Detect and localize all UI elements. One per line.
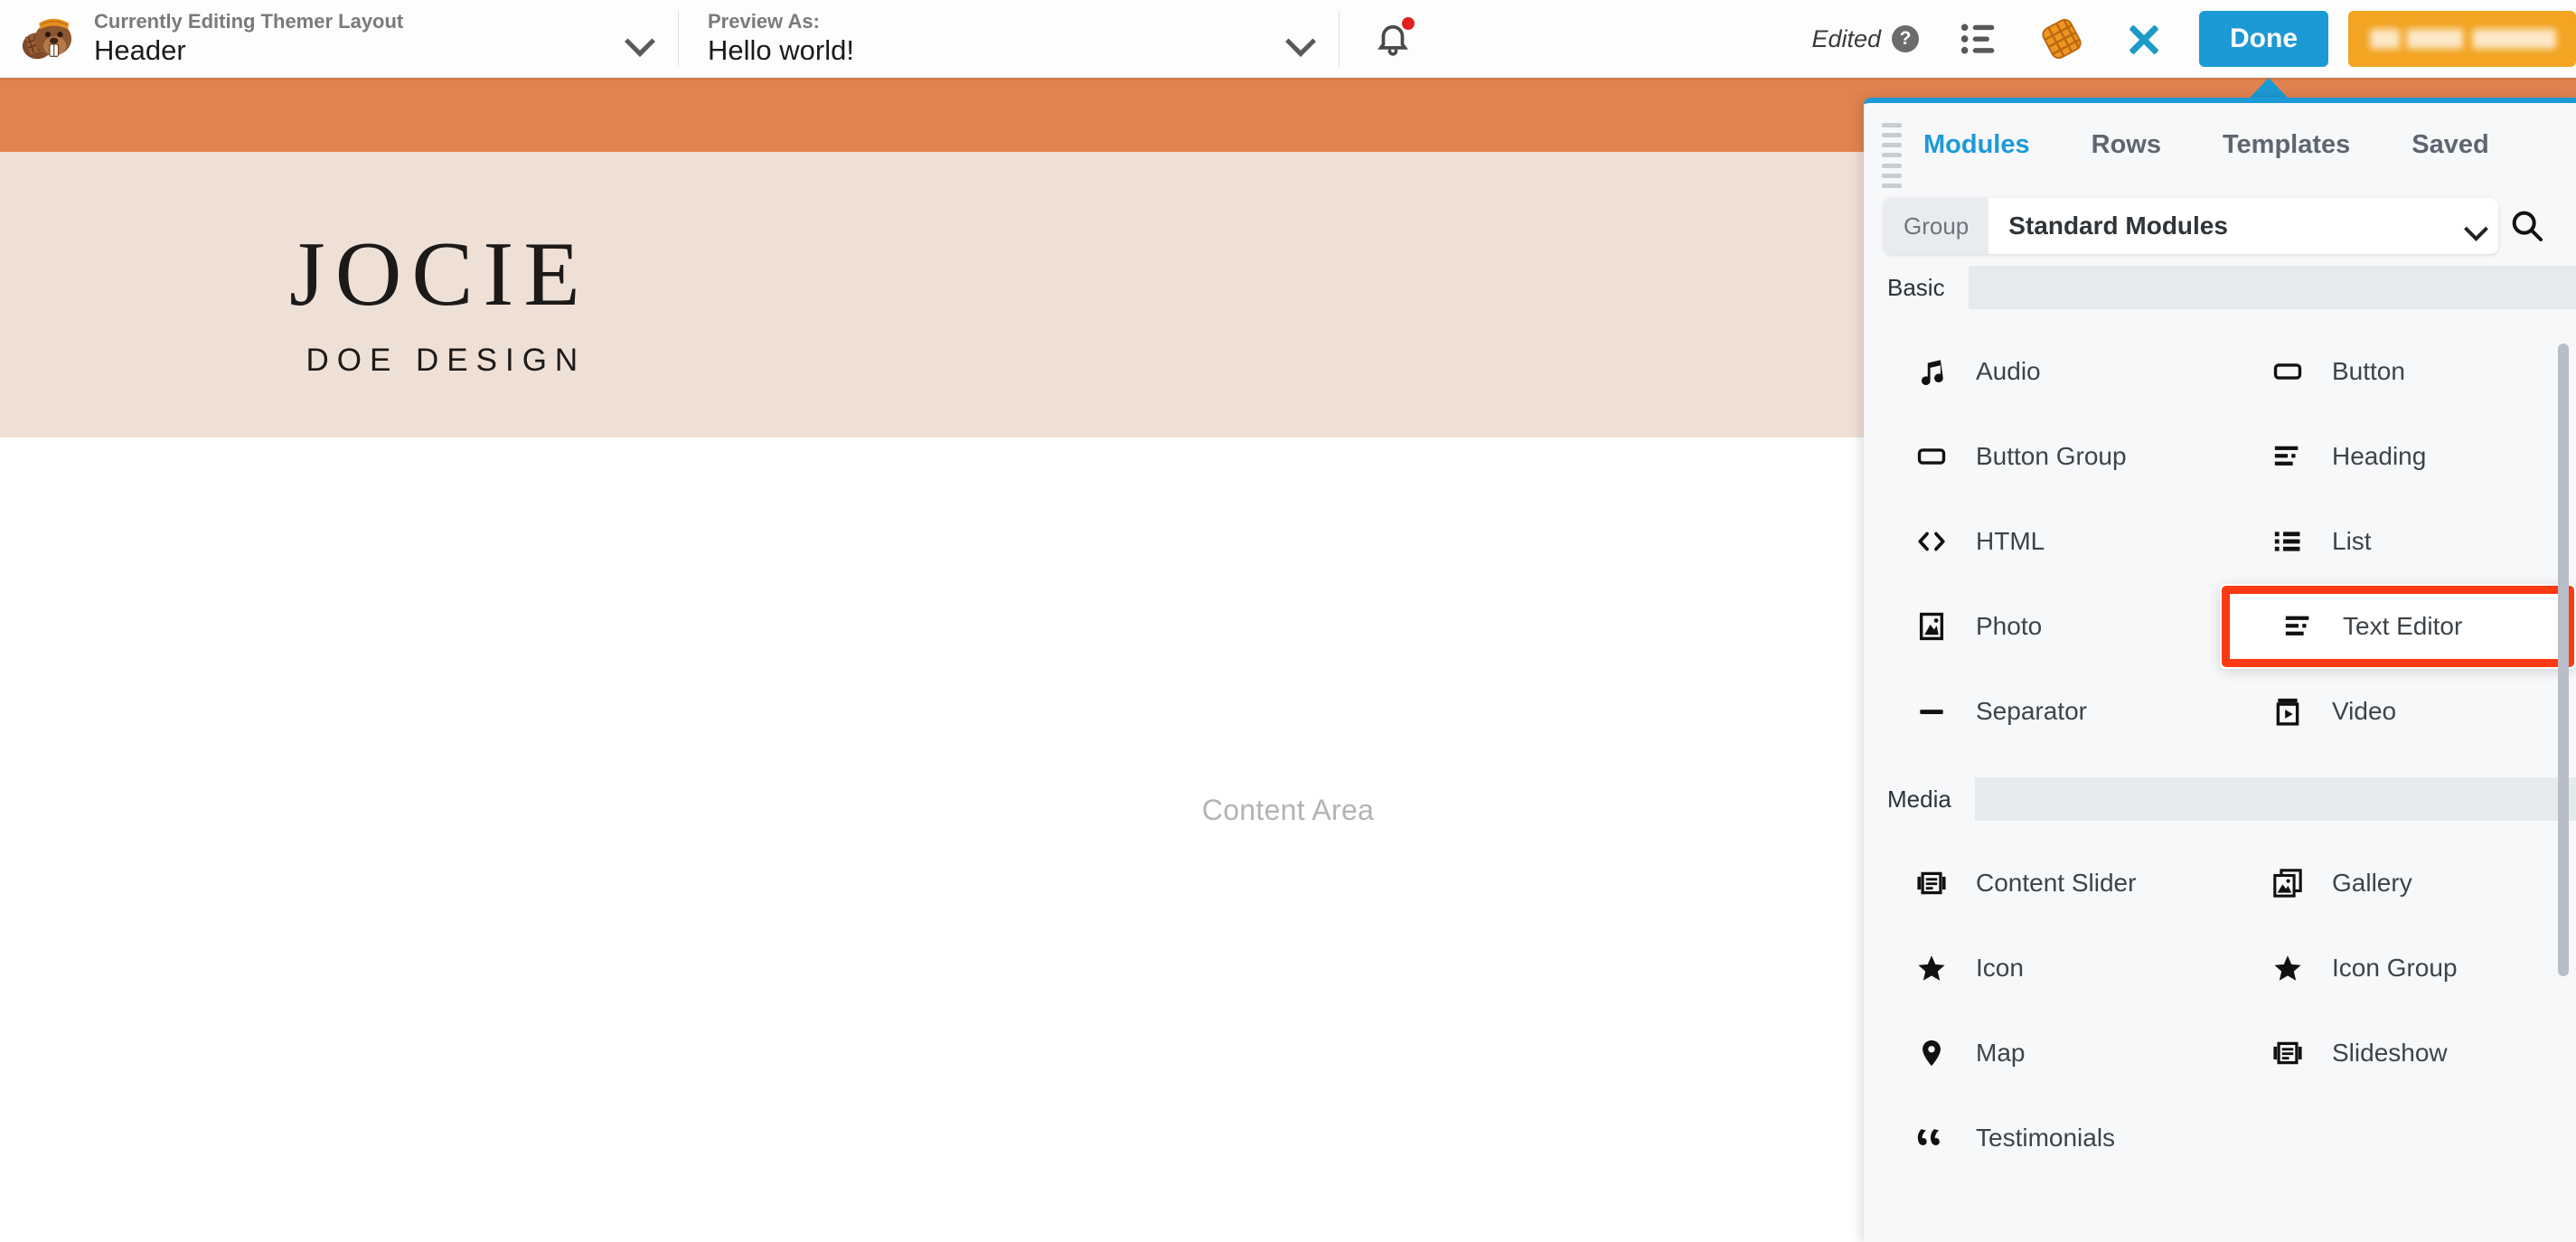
toolbar-actions: Edited ? Done [1811,0,2576,78]
chevron-down-icon[interactable] [625,25,653,52]
beaver-logo-icon [18,11,74,67]
heading-lines-icon [2272,441,2314,472]
module-label: Testimonials [1976,1124,2116,1152]
module-item-heading[interactable]: Heading [2220,414,2576,499]
site-logo-secondary: DOE DESIGN [306,343,587,379]
section-header-basic[interactable]: Basic [1864,266,2576,309]
themer-layout-selector[interactable]: Currently Editing Themer Layout Header [0,0,678,78]
module-item-photo[interactable]: Photo [1864,584,2220,669]
module-group-label: Group [1884,198,1989,254]
outline-panel-icon[interactable] [1959,21,2000,57]
section-header-media[interactable]: Media [1864,777,2576,821]
text-lines-icon [2283,611,2325,642]
themer-layout-value: Header [94,34,186,67]
video-play-icon [2272,696,2314,727]
module-label: Button Group [1976,442,2127,470]
panel-scrollbar[interactable] [2558,343,2569,976]
module-group-select[interactable]: Group Standard Modules [1884,198,2498,254]
notification-dot [1402,17,1415,30]
section-title-media: Media [1864,777,1975,821]
horizontal-rule-icon [1916,696,1958,727]
themer-layout-label: Currently Editing Themer Layout [94,9,404,33]
module-label: Icon [1976,954,2024,982]
panel-filter-row: Group Standard Modules [1864,186,2576,266]
module-item-html[interactable]: HTML [1864,499,2220,584]
module-label: Gallery [2332,869,2412,897]
bullet-list-icon [2272,526,2314,557]
tab-templates[interactable]: Templates [2219,125,2354,165]
preview-as-value: Hello world! [708,34,854,67]
module-item-button[interactable]: Button [2220,329,2576,414]
map-pin-icon [1916,1038,1958,1068]
slider-icon [1916,868,1958,899]
chevron-down-icon[interactable] [1286,25,1313,52]
photo-frame-icon [1916,611,1958,642]
waffle-menu-icon[interactable] [2038,15,2085,62]
module-item-slideshow[interactable]: Slideshow [2220,1011,2576,1096]
preview-as-label: Preview As: [708,9,820,33]
button-rect-icon [2272,356,2314,387]
module-label: Video [2332,697,2397,725]
module-item-text-editor[interactable]: Text Editor [2220,584,2576,669]
publish-button-label-blurred [2370,29,2556,49]
module-label: Content Slider [1976,869,2137,897]
panel-drag-handle[interactable] [1882,123,1902,188]
music-note-icon [1916,356,1958,387]
quote-marks-icon [1916,1123,1958,1153]
module-grid-basic: Audio Button Button Group Heading HTML L… [1864,309,2576,777]
module-label: Audio [1976,357,2041,385]
module-label: Button [2332,357,2405,385]
star-icon [2272,953,2314,983]
slider-icon [2272,1038,2314,1068]
notifications-bell-icon [1374,17,1415,59]
module-label: Icon Group [2332,954,2458,982]
module-item-icon-group[interactable]: Icon Group [2220,926,2576,1011]
preview-as-text: Preview As: Hello world! [708,9,1286,69]
module-grid-media: Content Slider Gallery Icon Icon Group M… [1864,821,2576,1204]
close-panel-icon[interactable] [2121,16,2167,61]
tab-modules[interactable]: Modules [1920,125,2034,165]
tab-rows[interactable]: Rows [2088,125,2165,165]
edited-label: Edited [1811,24,1881,52]
star-icon [1916,953,1958,983]
module-item-list[interactable]: List [2220,499,2576,584]
module-item-gallery[interactable]: Gallery [2220,841,2576,926]
module-label: Slideshow [2332,1039,2448,1067]
search-icon[interactable] [2498,208,2556,244]
module-label: HTML [1976,527,2045,555]
gallery-stack-icon [2272,868,2314,899]
code-brackets-icon [1916,526,1958,557]
module-item-button-group[interactable]: Button Group [1864,414,2220,499]
module-group-value: Standard Modules [2008,212,2228,240]
module-label: Text Editor [2343,612,2463,640]
help-icon[interactable]: ? [1892,25,1919,52]
panel-tabs: Modules Rows Templates Saved [1864,103,2576,186]
modules-panel: Modules Rows Templates Saved Group Stand… [1864,98,2576,1242]
section-title-basic: Basic [1864,266,1969,309]
module-item-audio[interactable]: Audio [1864,329,2220,414]
module-item-content-slider[interactable]: Content Slider [1864,841,2220,926]
module-item-testimonials[interactable]: Testimonials [1864,1096,2220,1181]
module-item-map[interactable]: Map [1864,1011,2220,1096]
modules-scroll-area[interactable]: Basic Audio Button Button Group Heading … [1864,266,2576,1242]
themer-layout-text: Currently Editing Themer Layout Header [94,9,625,69]
button-rect-icon [1916,441,1958,472]
module-label: Heading [2332,442,2427,470]
builder-toolbar: Currently Editing Themer Layout Header P… [0,0,2576,78]
edited-status: Edited ? [1811,25,1919,53]
module-item-icon[interactable]: Icon [1864,926,2220,1011]
module-item-separator[interactable]: Separator [1864,669,2220,754]
module-label: Map [1976,1039,2026,1067]
module-item-video[interactable]: Video [2220,669,2576,754]
notifications-button[interactable] [1340,0,1446,78]
module-label: Photo [1976,612,2043,640]
module-label: List [2332,527,2372,555]
tab-saved[interactable]: Saved [2408,125,2492,165]
module-label: Separator [1976,697,2087,725]
preview-as-selector[interactable]: Preview As: Hello world! [679,0,1339,78]
publish-button[interactable] [2348,11,2576,67]
done-button[interactable]: Done [2199,11,2328,67]
